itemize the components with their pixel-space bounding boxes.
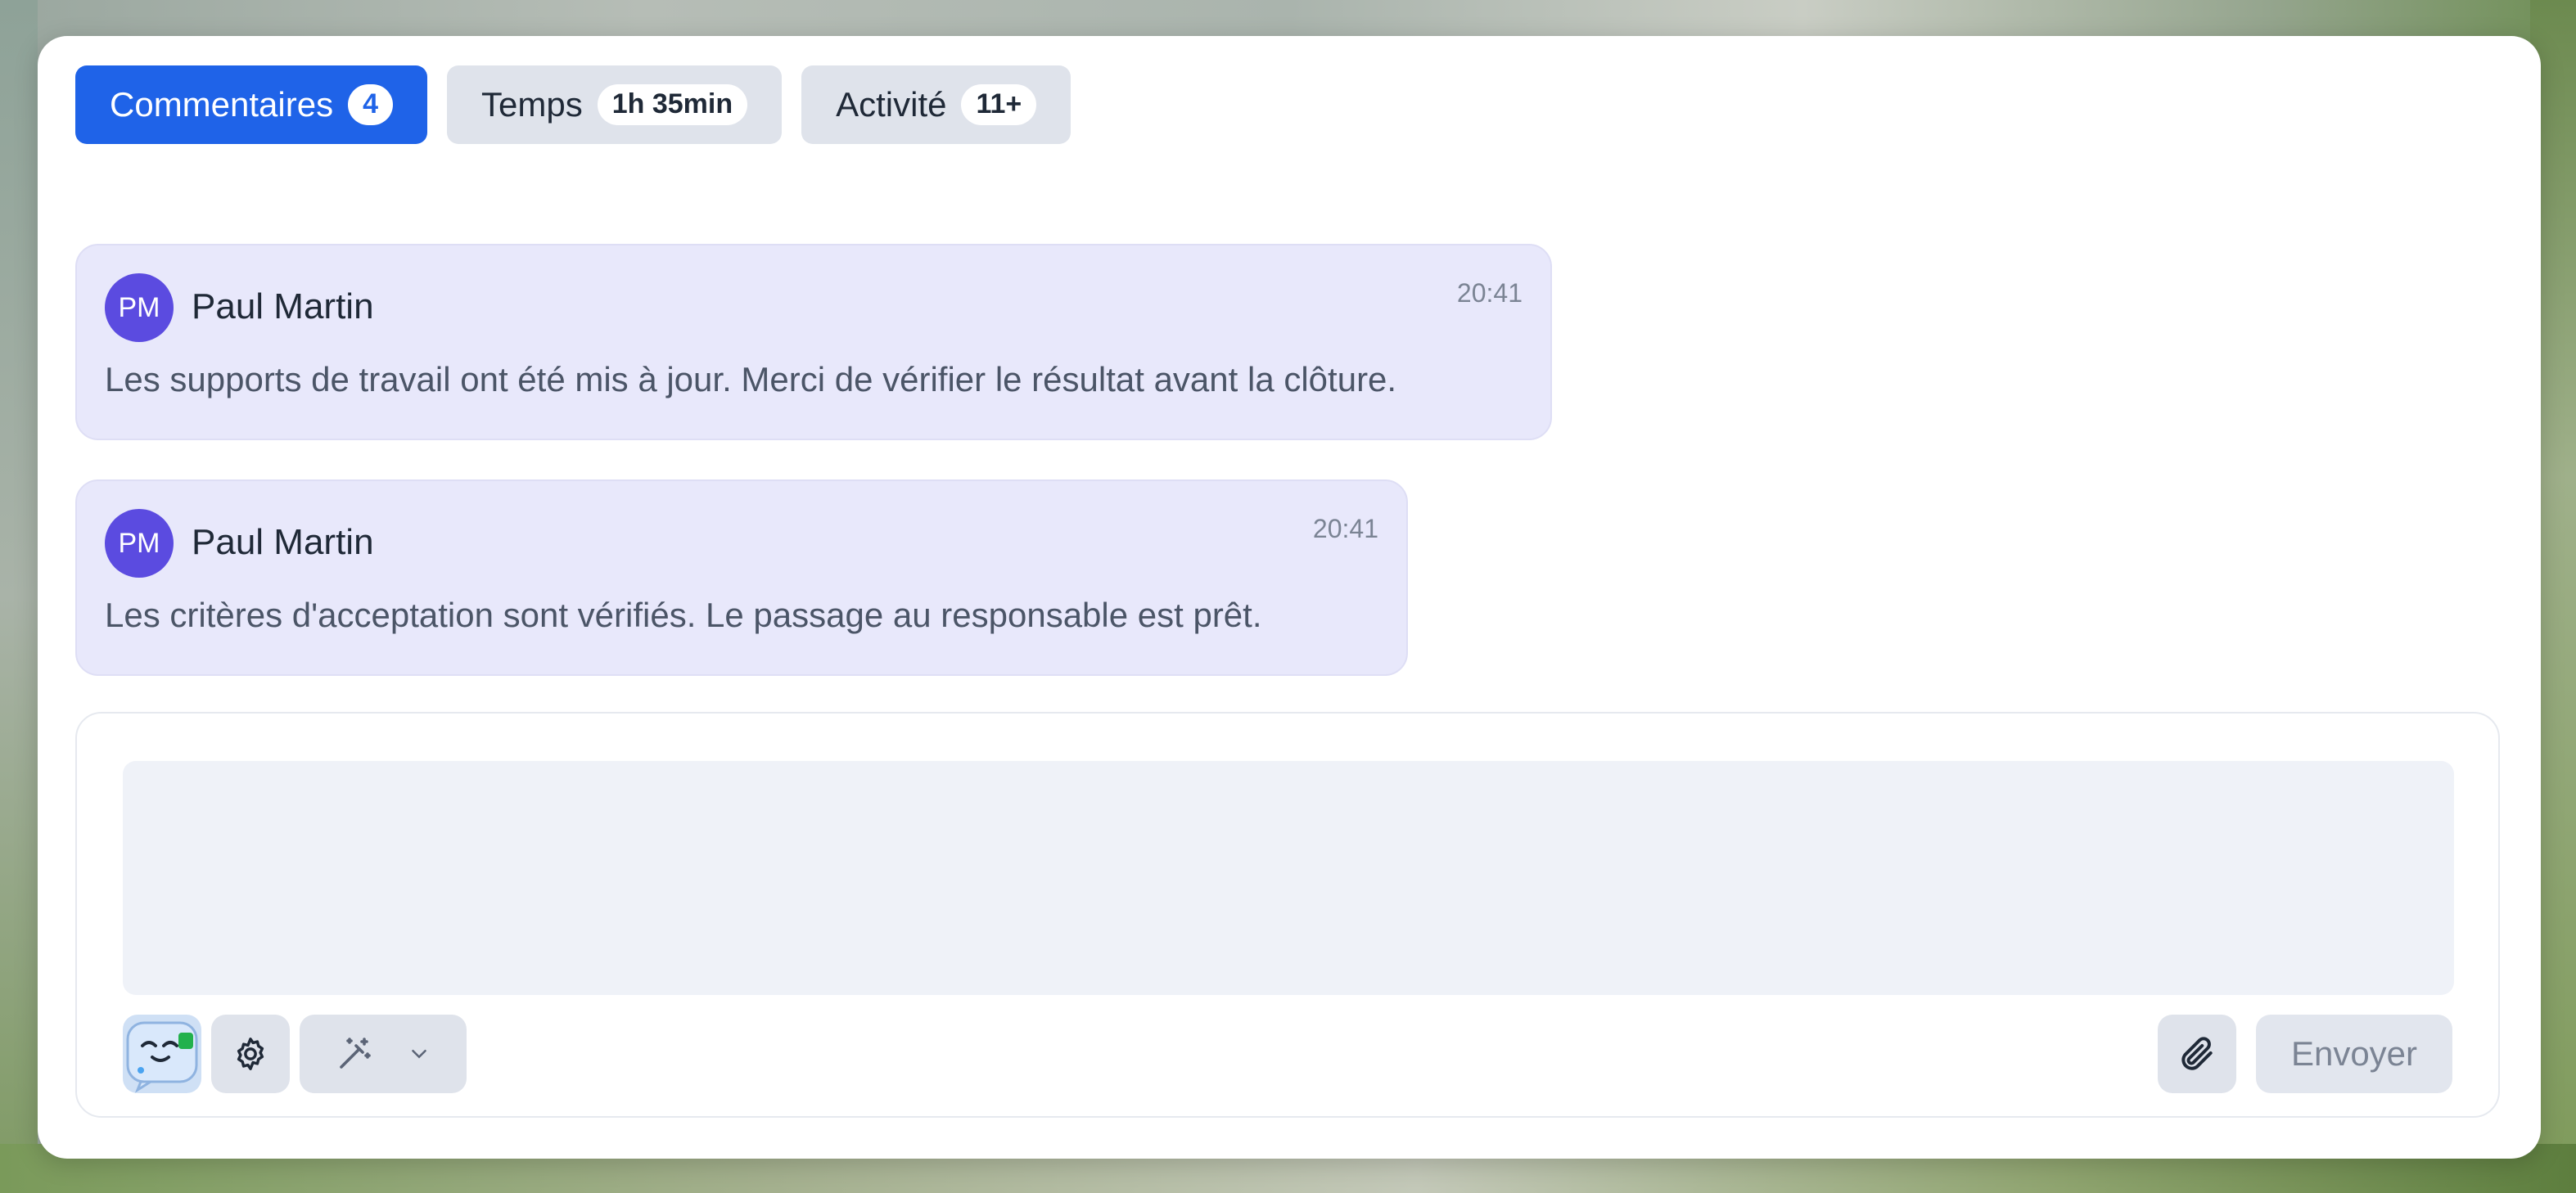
magic-wand-icon [340, 1038, 371, 1069]
comment-author: Paul Martin [192, 522, 374, 562]
tab-activity[interactable]: Activité 11+ [801, 65, 1071, 144]
tab-comments[interactable]: Commentaires 4 [75, 65, 428, 144]
settings-button[interactable] [211, 1015, 290, 1093]
avatar: PM [105, 273, 174, 342]
tab-comments-count: 4 [348, 84, 394, 125]
gear-icon [237, 1038, 264, 1070]
composer-toolbar-left [123, 1015, 467, 1093]
background-left [0, 0, 38, 1193]
assistant-button[interactable] [123, 1015, 201, 1093]
comment-item: PM Paul Martin 20:41 Les supports de tra… [75, 244, 1552, 440]
comment-time: 20:41 [1312, 514, 1378, 543]
paperclip-icon [2181, 1037, 2213, 1070]
ai-tools-dropdown[interactable] [300, 1015, 467, 1093]
comment-input[interactable] [123, 761, 2454, 995]
tab-time[interactable]: Temps 1h 35min [447, 65, 783, 144]
comment-time: 20:41 [1456, 278, 1523, 308]
attach-button[interactable] [2158, 1015, 2236, 1093]
comment-text: Les supports de travail ont été mis à jo… [105, 360, 1397, 398]
bot-assistant-icon [126, 1021, 198, 1093]
send-button[interactable]: Envoyer [2256, 1015, 2452, 1093]
comments-panel: Commentaires 4 Temps 1h 35min Activité 1… [38, 36, 2541, 1159]
chevron-down-icon [412, 1050, 426, 1059]
avatar: PM [105, 509, 174, 578]
tab-activity-count: 11+ [961, 84, 1037, 125]
composer-toolbar-right: Envoyer [2158, 1015, 2452, 1093]
tab-activity-label: Activité [836, 85, 947, 124]
comment-composer: Envoyer [75, 712, 2500, 1118]
tab-comments-label: Commentaires [110, 85, 334, 124]
tab-time-label: Temps [481, 85, 583, 124]
comment-item: PM Paul Martin 20:41 Les critères d'acce… [75, 479, 1408, 676]
tab-bar: Commentaires 4 Temps 1h 35min Activité 1… [75, 65, 1071, 144]
tab-time-total: 1h 35min [597, 84, 748, 125]
comment-author: Paul Martin [192, 286, 374, 326]
comment-text: Les critères d'acceptation sont vérifiés… [105, 596, 1262, 634]
